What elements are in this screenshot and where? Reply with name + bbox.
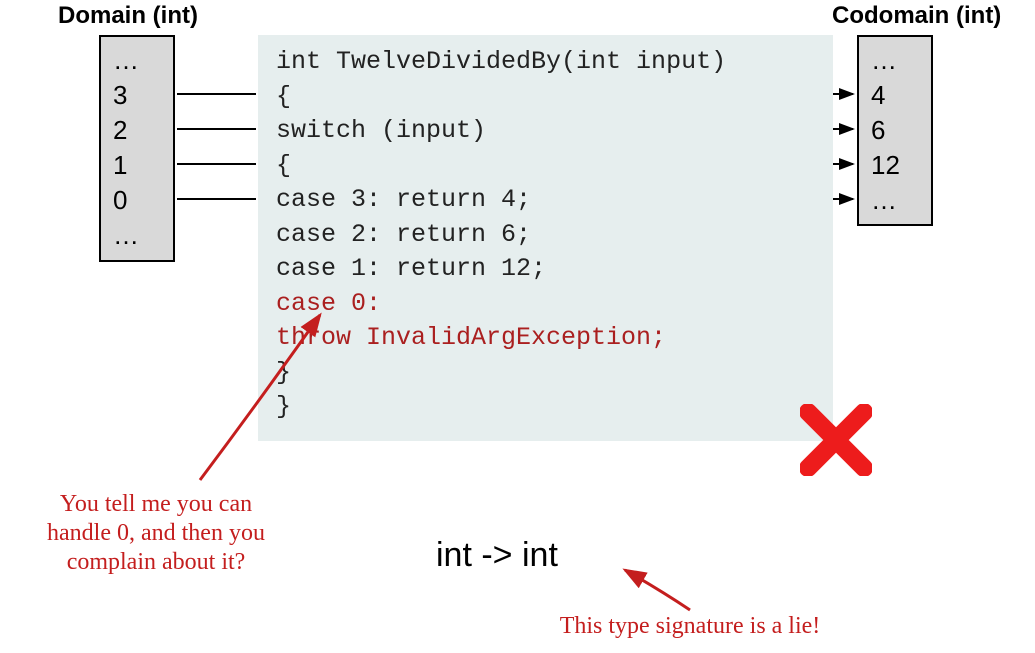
code-block: int TwelveDividedBy(int input) { switch … [258, 35, 833, 441]
codomain-box: … 4 6 12 … [857, 35, 933, 226]
codomain-value: 12 [871, 148, 919, 183]
code-line: { [276, 149, 815, 184]
domain-value: … [113, 43, 161, 78]
domain-box: … 3 2 1 0 … [99, 35, 175, 262]
code-line-error: case 0: [276, 287, 815, 322]
code-line: } [276, 356, 815, 391]
codomain-value: … [871, 43, 919, 78]
annotation-complaint: You tell me you can handle 0, and then y… [26, 490, 286, 576]
codomain-value: 4 [871, 78, 919, 113]
code-line: case 1: return 12; [276, 252, 815, 287]
code-line: case 3: return 4; [276, 183, 815, 218]
codomain-title: Codomain (int) [832, 2, 1001, 30]
type-signature: int -> int [436, 536, 558, 575]
code-line: { [276, 80, 815, 115]
code-line: int TwelveDividedBy(int input) [276, 45, 815, 80]
domain-title: Domain (int) [58, 2, 198, 30]
codomain-value: 6 [871, 113, 919, 148]
domain-value: 0 [113, 183, 161, 218]
domain-value: … [113, 218, 161, 253]
domain-value: 2 [113, 113, 161, 148]
codomain-value: … [871, 183, 919, 218]
annotation-lie: This type signature is a lie! [510, 612, 870, 641]
domain-value: 3 [113, 78, 161, 113]
code-line: case 2: return 6; [276, 218, 815, 253]
code-line-error: throw InvalidArgException; [276, 321, 815, 356]
code-line: switch (input) [276, 114, 815, 149]
x-mark-icon [800, 404, 872, 476]
domain-value: 1 [113, 148, 161, 183]
code-line: } [276, 390, 815, 425]
